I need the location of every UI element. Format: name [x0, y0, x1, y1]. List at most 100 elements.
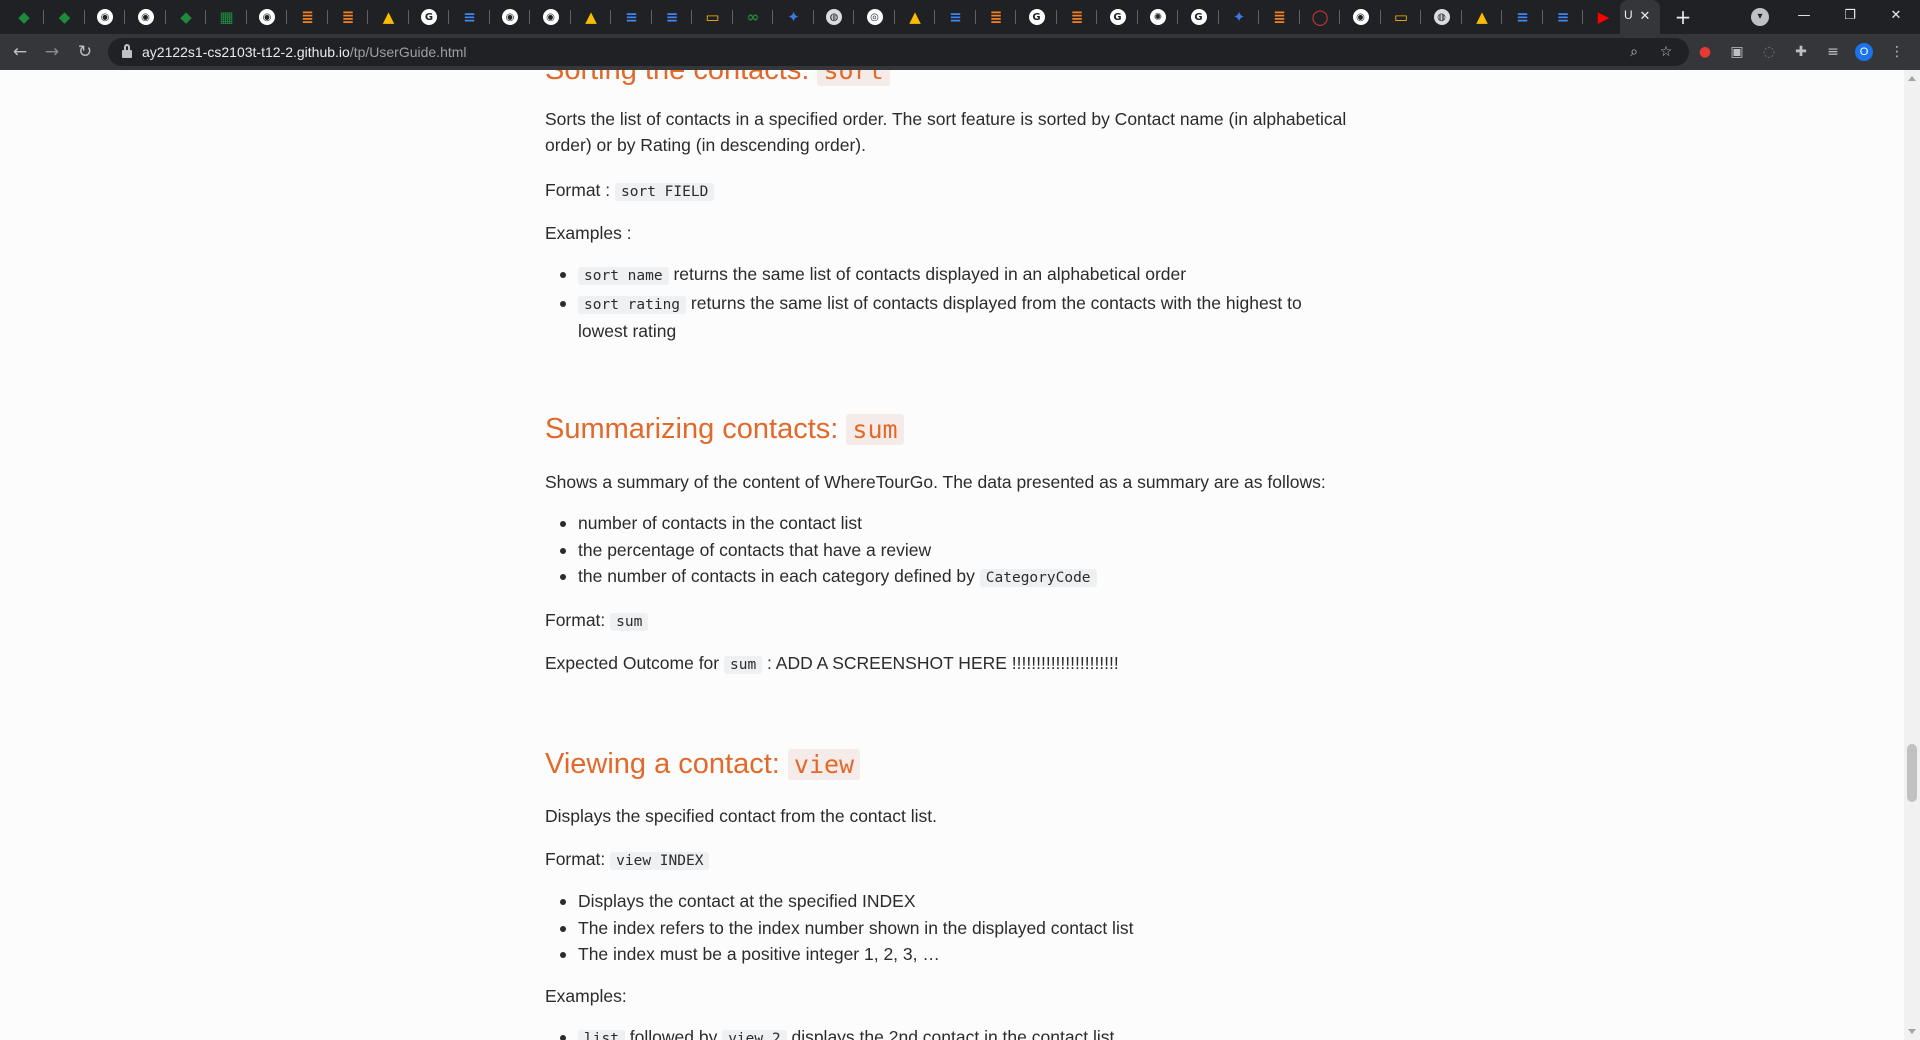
google-icon: G — [421, 9, 437, 25]
pinned-tab[interactable]: ◉ — [85, 4, 125, 30]
pinned-tab[interactable]: ≡ — [612, 4, 652, 30]
back-button[interactable]: ← — [9, 41, 31, 63]
lock-icon[interactable] — [122, 44, 132, 58]
pinned-tab[interactable]: G — [1179, 4, 1219, 30]
nus-icon: ✦ — [787, 8, 800, 26]
scroll-down-arrow-icon[interactable] — [1908, 1029, 1916, 1034]
sum-description: Shows a summary of the content of WhereT… — [545, 472, 1326, 492]
pinned-tab[interactable]: ▶ — [1584, 4, 1624, 30]
profile-avatar[interactable]: O — [1855, 43, 1873, 61]
pinned-tab[interactable]: ▲ — [571, 4, 611, 30]
url-host: ay2122s1-cs2103t-t12-2.github.io — [142, 44, 350, 60]
stackoverflow-icon: ≣ — [301, 8, 314, 26]
pinned-tab[interactable]: ◉ — [247, 4, 287, 30]
drive-icon: ▲ — [382, 8, 395, 26]
extension-red-icon[interactable]: ● — [1695, 42, 1715, 62]
tab-search-button[interactable]: ▾ — [1751, 8, 1769, 26]
pinned-tab[interactable]: G — [409, 4, 449, 30]
link-icon: ∞ — [746, 8, 760, 26]
view-format-label: Format: — [545, 849, 611, 869]
address-bar[interactable]: ay2122s1-cs2103t-t12-2.github.io/tp/User… — [108, 38, 1689, 66]
docs-icon: ≡ — [463, 8, 476, 26]
list-item: the number of contacts in each category … — [560, 563, 1353, 592]
scroll-up-arrow-icon[interactable] — [1908, 76, 1916, 81]
example-code: list — [578, 1030, 625, 1040]
close-tab-icon[interactable]: ✕ — [1636, 8, 1654, 26]
list-item-text: the number of contacts in each category … — [578, 566, 980, 586]
page-scrollbar[interactable] — [1904, 70, 1920, 1040]
pinned-tab[interactable]: ◉ — [531, 4, 571, 30]
extension-circle-icon[interactable]: ◌ — [1759, 42, 1779, 62]
pinned-tab[interactable]: ≣ — [1260, 4, 1300, 30]
forward-button[interactable]: → — [41, 41, 63, 63]
minimize-button[interactable]: — — [1781, 0, 1827, 34]
extension-box-icon[interactable]: ▣ — [1727, 42, 1747, 62]
github-icon: ◉ — [97, 9, 113, 25]
slides-icon: ▭ — [705, 8, 720, 26]
pinned-tab[interactable]: ✦ — [774, 4, 814, 30]
pinned-tab[interactable]: ◉ — [126, 4, 166, 30]
sort-heading-code: sort — [817, 70, 890, 86]
sum-heading-code: sum — [846, 414, 904, 445]
pinned-tab[interactable]: ◆ — [45, 4, 85, 30]
close-window-button[interactable]: ✕ — [1873, 0, 1919, 34]
pinned-tab[interactable]: ≡ — [652, 4, 692, 30]
globe-icon: ◍ — [1433, 9, 1450, 25]
sort-examples-list: sort name returns the same list of conta… — [560, 261, 1353, 345]
youtube-icon: ▶ — [1597, 8, 1610, 26]
sheets-icon: ▦ — [219, 8, 234, 26]
pinned-tab[interactable]: ◉ — [1341, 4, 1381, 30]
pinned-tab[interactable]: ▲ — [895, 4, 935, 30]
bookmark-star-icon[interactable]: ☆ — [1656, 42, 1676, 62]
reload-button[interactable]: ↻ — [74, 41, 96, 63]
sort-format-label: Format : — [545, 180, 616, 200]
pinned-tab[interactable]: ≣ — [976, 4, 1016, 30]
pinned-tab[interactable]: ≡ — [450, 4, 490, 30]
new-tab-button[interactable]: + — [1671, 6, 1695, 28]
pinned-tab[interactable]: ▲ — [369, 4, 409, 30]
pinned-tab[interactable]: ◍ — [814, 4, 854, 30]
github-icon: ◉ — [502, 9, 518, 25]
pinned-tab[interactable]: ≡ — [1503, 4, 1543, 30]
pinned-tab[interactable]: ✦ — [1219, 4, 1259, 30]
openai-icon: ✺ — [1150, 9, 1166, 25]
pinned-tab[interactable]: ≣ — [288, 4, 328, 30]
docs-icon: ≡ — [1556, 8, 1570, 26]
pinned-tab[interactable]: ≡ — [936, 4, 976, 30]
media-control-icon[interactable]: ≡ — [1823, 42, 1843, 62]
scrollbar-thumb[interactable] — [1907, 744, 1917, 802]
pinned-tab[interactable]: ▭ — [1381, 4, 1421, 30]
pinned-tab[interactable]: ▭ — [693, 4, 733, 30]
pinned-tab[interactable]: G — [1017, 4, 1057, 30]
pinned-tab[interactable]: ∞ — [733, 4, 773, 30]
pinned-tab[interactable]: ◆ — [166, 4, 206, 30]
tab-strip: ◆ ◆ ◉ ◉ ◆ ▦ ◉ ≣ ≣ ▲ G ≡ ◉ ◉ ▲ ≡ ≡ ▭ ∞ ✦ ◍ ◎ ▲ ≡ ≣ G ≣ G ✺ G ✦ ≣ ◯ ◉ ▭ ◍ ▲ ≡ ≡ ▶… — [0, 0, 1920, 34]
menu-kebab-icon[interactable]: ⋮ — [1887, 42, 1907, 62]
drive-icon: ▲ — [1476, 8, 1488, 26]
pinned-tab[interactable]: ◆ — [4, 4, 44, 30]
page-viewport: Sorting the contacts: sort Sorts the lis… — [0, 70, 1904, 1040]
restore-button[interactable]: ❐ — [1827, 0, 1873, 34]
zoom-icon[interactable]: ⌕ — [1624, 42, 1644, 62]
url-text: ay2122s1-cs2103t-t12-2.github.io/tp/User… — [142, 44, 467, 60]
sort-examples-label: Examples : — [545, 223, 632, 243]
pinned-tab[interactable]: ≣ — [1057, 4, 1097, 30]
example-code: sort name — [578, 267, 669, 285]
pinned-tab[interactable]: ▦ — [207, 4, 247, 30]
pinned-tab[interactable]: ◉ — [490, 4, 530, 30]
pinned-tab[interactable]: G — [1098, 4, 1138, 30]
pinned-tab[interactable]: ▲ — [1462, 4, 1502, 30]
pinned-tab[interactable]: ✺ — [1138, 4, 1178, 30]
example-text: followed by — [624, 1027, 723, 1040]
pinned-tab[interactable]: ≣ — [328, 4, 368, 30]
sort-format-code: sort FIELD — [615, 183, 715, 201]
sort-heading: Sorting the contacts: sort — [545, 70, 890, 91]
sum-heading-text: Summarizing contacts: — [545, 413, 847, 445]
extensions-puzzle-icon[interactable]: ✚ — [1791, 42, 1811, 62]
pinned-tab[interactable]: ◍ — [1422, 4, 1462, 30]
pinned-tab[interactable]: ≡ — [1543, 4, 1583, 30]
pinned-tab[interactable]: ◯ — [1300, 4, 1340, 30]
view-examples-label: Examples: — [545, 986, 627, 1006]
pinned-tab[interactable]: ◎ — [855, 4, 895, 30]
list-item: sort name returns the same list of conta… — [560, 261, 1353, 290]
